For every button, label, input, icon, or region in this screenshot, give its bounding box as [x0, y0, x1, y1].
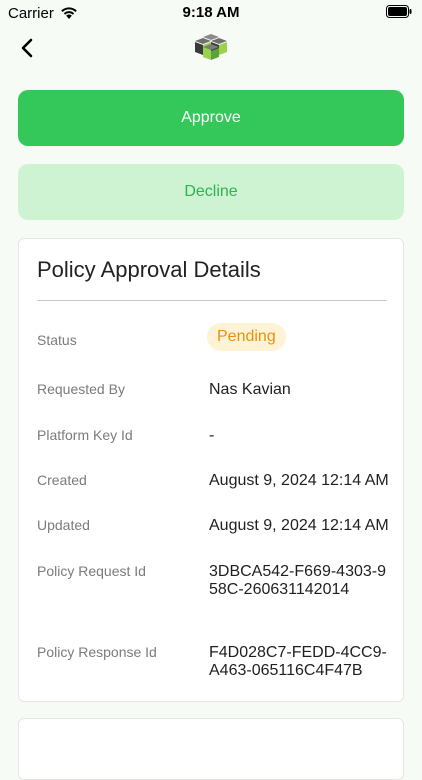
approve-button[interactable]: Approve — [18, 90, 404, 146]
cubes-logo-icon — [194, 34, 228, 65]
detail-value: Nas Kavian — [209, 381, 291, 398]
detail-label: Platform Key Id — [37, 427, 133, 443]
detail-label: Updated — [37, 517, 90, 533]
navigation-bar — [0, 28, 422, 68]
battery-icon — [386, 5, 412, 22]
detail-label: Requested By — [37, 381, 125, 397]
divider — [37, 300, 387, 301]
status-badge: Pending — [207, 323, 286, 351]
detail-value: 3DBCA542-F669-4303-958C-260631142014 — [209, 563, 386, 598]
back-button[interactable] — [16, 36, 40, 60]
detail-value: - — [209, 427, 215, 444]
detail-value: August 9, 2024 12:14 AM — [209, 472, 389, 489]
detail-value: August 9, 2024 12:14 AM — [209, 517, 389, 534]
policy-approval-details-card: Policy Approval Details Status Pending R… — [18, 238, 404, 702]
detail-label: Created — [37, 472, 87, 488]
detail-value: F4D028C7-FEDD-4CC9-A463-065116C4F47B — [209, 644, 387, 679]
detail-label: Status — [37, 332, 77, 348]
status-bar: Carrier 9:18 AM — [0, 0, 422, 26]
status-time: 9:18 AM — [182, 4, 240, 21]
detail-label: Policy Response Id — [37, 644, 157, 660]
chevron-left-icon — [21, 38, 33, 58]
decline-button[interactable]: Decline — [18, 164, 404, 220]
next-card — [18, 718, 404, 780]
card-title: Policy Approval Details — [37, 257, 261, 282]
detail-label: Policy Request Id — [37, 563, 146, 579]
